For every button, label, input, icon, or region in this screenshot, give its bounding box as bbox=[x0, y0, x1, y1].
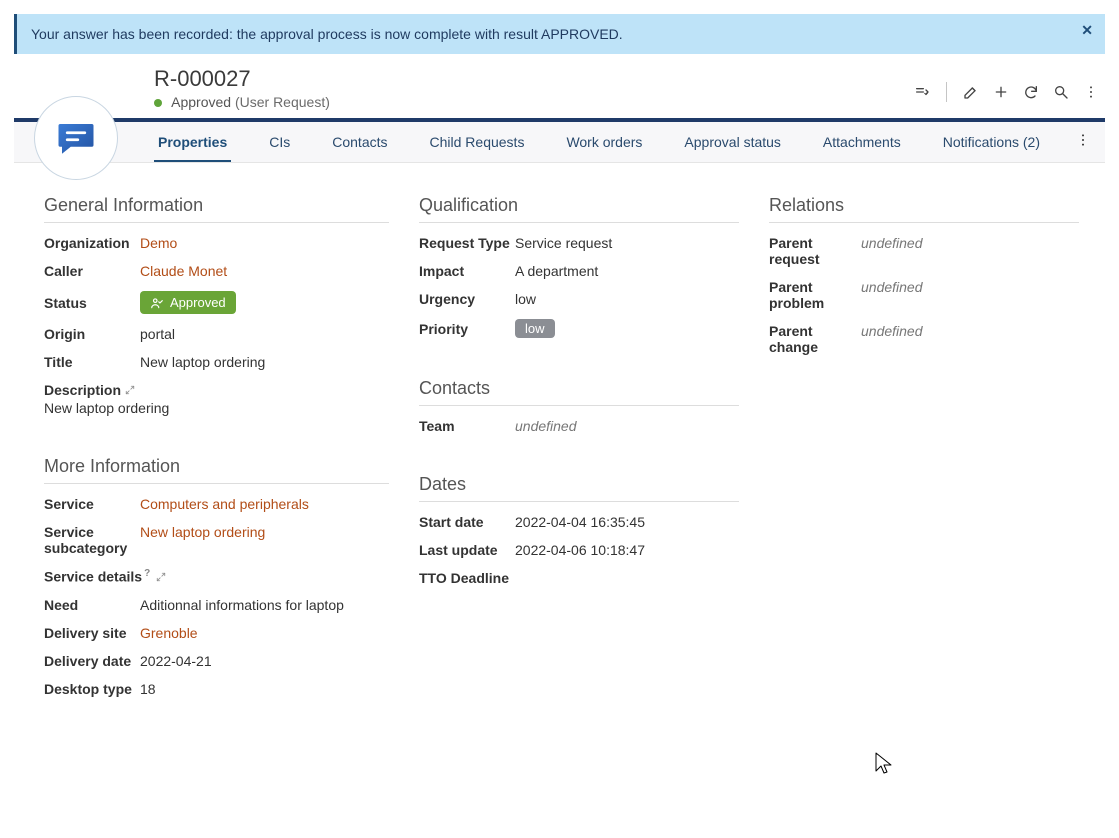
label-origin: Origin bbox=[44, 326, 140, 342]
label-service-details: Service details? bbox=[44, 568, 166, 585]
value-last-update: 2022-04-06 10:18:47 bbox=[515, 542, 645, 558]
status-dot-icon bbox=[154, 99, 162, 107]
layout-dropdown-icon[interactable] bbox=[914, 84, 930, 100]
alert-message: Your answer has been recorded: the appro… bbox=[31, 26, 623, 42]
toolbar-separator bbox=[946, 82, 947, 102]
label-service-subcategory: Service subcategory bbox=[44, 524, 140, 556]
add-icon[interactable] bbox=[993, 84, 1009, 100]
value-service-subcategory[interactable]: New laptop ordering bbox=[140, 524, 265, 556]
section-more-title: More Information bbox=[44, 456, 389, 484]
label-team: Team bbox=[419, 418, 515, 434]
search-icon[interactable] bbox=[1053, 84, 1069, 100]
value-organization[interactable]: Demo bbox=[140, 235, 177, 251]
tab-notifications[interactable]: Notifications (2) bbox=[939, 124, 1044, 160]
section-qualification-title: Qualification bbox=[419, 195, 739, 223]
expand-icon[interactable] bbox=[125, 385, 135, 395]
status-badge: Approved bbox=[140, 291, 236, 314]
label-service: Service bbox=[44, 496, 140, 512]
value-origin: portal bbox=[140, 326, 175, 342]
tab-attachments[interactable]: Attachments bbox=[819, 124, 905, 160]
section-relations-title: Relations bbox=[769, 195, 1079, 223]
refresh-icon[interactable] bbox=[1023, 84, 1039, 100]
value-need: Aditionnal informations for laptop bbox=[140, 597, 344, 613]
section-general-title: General Information bbox=[44, 195, 389, 223]
label-title: Title bbox=[44, 354, 140, 370]
label-last-update: Last update bbox=[419, 542, 515, 558]
value-impact: A department bbox=[515, 263, 598, 279]
label-need: Need bbox=[44, 597, 140, 613]
edit-icon[interactable] bbox=[963, 84, 979, 100]
expand-icon[interactable] bbox=[156, 572, 166, 582]
tabs-more-icon[interactable] bbox=[1075, 132, 1091, 151]
tab-properties[interactable]: Properties bbox=[154, 124, 231, 162]
section-contacts-title: Contacts bbox=[419, 378, 739, 406]
label-request-type: Request Type bbox=[419, 235, 515, 251]
value-team: undefined bbox=[515, 418, 577, 434]
more-actions-icon[interactable] bbox=[1083, 84, 1099, 100]
request-avatar bbox=[34, 96, 118, 180]
section-dates-title: Dates bbox=[419, 474, 739, 502]
priority-badge: low bbox=[515, 319, 555, 338]
label-parent-request: Parent request bbox=[769, 235, 861, 267]
label-description: Description bbox=[44, 382, 389, 398]
alert-close-icon[interactable]: ✕ bbox=[1081, 22, 1093, 39]
value-description: New laptop ordering bbox=[44, 400, 389, 416]
column-relations: Relations Parent request undefined Paren… bbox=[769, 183, 1079, 703]
status-badge-text: Approved bbox=[170, 295, 226, 310]
mouse-cursor-icon bbox=[875, 752, 893, 776]
label-parent-problem: Parent problem bbox=[769, 279, 861, 311]
label-impact: Impact bbox=[419, 263, 515, 279]
label-urgency: Urgency bbox=[419, 291, 515, 307]
label-parent-change: Parent change bbox=[769, 323, 861, 355]
tabs-bar: Properties CIs Contacts Child Requests W… bbox=[14, 122, 1105, 163]
label-delivery-date: Delivery date bbox=[44, 653, 140, 669]
tab-child-requests[interactable]: Child Requests bbox=[426, 124, 529, 160]
column-qualification: Qualification Request Type Service reque… bbox=[419, 183, 739, 703]
value-desktop-type: 18 bbox=[140, 681, 156, 697]
value-title: New laptop ordering bbox=[140, 354, 265, 370]
label-status: Status bbox=[44, 295, 140, 311]
value-delivery-site[interactable]: Grenoble bbox=[140, 625, 198, 641]
value-parent-request: undefined bbox=[861, 235, 923, 267]
label-delivery-site: Delivery site bbox=[44, 625, 140, 641]
user-check-icon bbox=[150, 296, 164, 310]
label-caller: Caller bbox=[44, 263, 140, 279]
approval-alert: Your answer has been recorded: the appro… bbox=[14, 14, 1105, 54]
tab-approval-status[interactable]: Approval status bbox=[680, 124, 785, 160]
value-service[interactable]: Computers and peripherals bbox=[140, 496, 309, 512]
help-icon[interactable]: ? bbox=[144, 568, 150, 579]
record-header: R-000027 Approved (User Request) bbox=[14, 60, 1105, 110]
record-type: (User Request) bbox=[235, 94, 330, 110]
value-urgency: low bbox=[515, 291, 536, 307]
value-caller[interactable]: Claude Monet bbox=[140, 263, 227, 279]
column-general: General Information Organization Demo Ca… bbox=[44, 183, 389, 703]
header-toolbar bbox=[914, 82, 1099, 102]
chat-icon bbox=[55, 117, 97, 159]
value-parent-problem: undefined bbox=[861, 279, 923, 311]
label-desktop-type: Desktop type bbox=[44, 681, 140, 697]
value-request-type: Service request bbox=[515, 235, 612, 251]
tab-contacts[interactable]: Contacts bbox=[328, 124, 391, 160]
tab-cis[interactable]: CIs bbox=[265, 124, 294, 160]
value-delivery-date: 2022-04-21 bbox=[140, 653, 212, 669]
value-start-date: 2022-04-04 16:35:45 bbox=[515, 514, 645, 530]
value-parent-change: undefined bbox=[861, 323, 923, 355]
status-text: Approved bbox=[171, 94, 231, 110]
label-organization: Organization bbox=[44, 235, 140, 251]
tab-work-orders[interactable]: Work orders bbox=[562, 124, 646, 160]
label-tto-deadline: TTO Deadline bbox=[419, 570, 515, 586]
label-start-date: Start date bbox=[419, 514, 515, 530]
label-priority: Priority bbox=[419, 321, 515, 337]
